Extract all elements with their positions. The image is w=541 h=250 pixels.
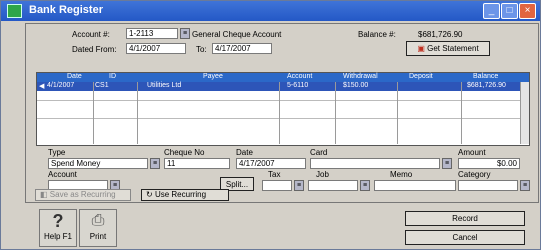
row-account: 5-6110 — [287, 82, 309, 89]
category-field[interactable] — [458, 180, 518, 191]
record-button[interactable]: Record — [405, 211, 525, 226]
app-icon — [7, 4, 22, 18]
row-payee: Utilities Ltd — [147, 82, 182, 89]
register-panel: Account #: 1-2113 ≡ General Cheque Accou… — [25, 23, 539, 203]
account-field[interactable]: 1-2113 — [126, 28, 178, 39]
col-deposit: Deposit — [409, 73, 433, 80]
account-label: Account #: — [72, 30, 110, 39]
grid-divider — [397, 82, 398, 144]
account-field-label: Account — [48, 170, 77, 179]
save-as-recurring-button[interactable]: ◧ Save as Recurring — [35, 189, 131, 201]
transaction-grid: Date ID Payee Account Withdrawal Deposit… — [36, 72, 530, 146]
close-button[interactable]: × — [519, 3, 536, 19]
col-id: ID — [109, 73, 116, 80]
use-recurring-button[interactable]: ↻ Use Recurring — [141, 189, 229, 201]
col-date: Date — [67, 73, 82, 80]
category-list-button[interactable]: ≡ — [520, 180, 530, 191]
minimize-button[interactable]: _ — [483, 3, 500, 19]
row-id: CS1 — [95, 82, 109, 89]
date-field[interactable]: 4/17/2007 — [236, 158, 306, 169]
grid-divider — [137, 82, 138, 144]
save-recurring-label: Save as Recurring — [49, 190, 116, 199]
cheque-no-label: Cheque No — [164, 148, 205, 157]
row-pointer-icon: ◀ — [39, 83, 45, 90]
tax-label: Tax — [268, 170, 281, 179]
account-list-button[interactable]: ≡ — [180, 28, 190, 39]
col-withdrawal: Withdrawal — [343, 73, 378, 80]
card-list-button[interactable]: ≡ — [442, 158, 452, 169]
bottom-toolbar: ? Help F1 ⎙ Print Record Cancel — [1, 203, 540, 249]
statement-icon: ▣ — [417, 44, 428, 53]
col-payee: Payee — [203, 73, 223, 80]
save-recurring-icon: ◧ — [40, 190, 50, 199]
job-list-button[interactable]: ≡ — [360, 180, 370, 191]
type-label: Type — [48, 148, 66, 157]
window-title: Bank Register — [29, 4, 103, 16]
row-withdrawal: $150.00 — [343, 82, 369, 89]
type-field[interactable]: Spend Money — [48, 158, 148, 169]
tax-list-button[interactable]: ≡ — [294, 180, 304, 191]
grid-header: Date ID Payee Account Withdrawal Deposit… — [37, 73, 529, 82]
grid-divider — [93, 82, 94, 144]
date-label: Date — [236, 148, 253, 157]
help-icon: ? — [52, 211, 64, 231]
memo-field[interactable] — [374, 180, 456, 191]
type-list-button[interactable]: ≡ — [150, 158, 160, 169]
to-label: To: — [196, 45, 207, 54]
help-label: Help F1 — [43, 232, 72, 241]
job-label: Job — [316, 170, 329, 179]
use-recurring-label: Use Recurring — [154, 190, 207, 199]
amount-label: Amount — [458, 148, 486, 157]
account-name: General Cheque Account — [192, 30, 282, 39]
cancel-button[interactable]: Cancel — [405, 230, 525, 245]
card-field[interactable] — [310, 158, 440, 169]
col-balance: Balance — [473, 73, 499, 80]
grid-divider — [279, 82, 280, 144]
balance-label: Balance #: — [358, 30, 396, 39]
memo-label: Memo — [390, 170, 413, 179]
grid-divider — [461, 82, 462, 144]
dated-from-label: Dated From: — [72, 45, 117, 54]
get-statement-button[interactable]: ▣ Get Statement — [406, 41, 490, 56]
col-account: Account — [287, 73, 313, 80]
get-statement-label: Get Statement — [427, 44, 479, 53]
help-button[interactable]: ? Help F1 — [39, 209, 77, 247]
dated-to-field[interactable]: 4/17/2007 — [212, 43, 272, 54]
amount-field[interactable]: $0.00 — [458, 158, 520, 169]
printer-icon: ⎙ — [91, 212, 105, 229]
print-label: Print — [89, 232, 107, 241]
title-bar: Bank Register _ □ × — [1, 1, 540, 21]
print-button[interactable]: ⎙ Print — [79, 209, 117, 247]
use-recurring-icon: ↻ — [146, 190, 155, 199]
job-field[interactable] — [308, 180, 358, 191]
grid-divider — [335, 82, 336, 144]
tax-field[interactable] — [262, 180, 292, 191]
maximize-button[interactable]: □ — [501, 3, 518, 19]
card-label: Card — [310, 148, 328, 157]
category-label: Category — [458, 170, 491, 179]
cheque-no-field[interactable]: 11 — [164, 158, 230, 169]
row-date: 4/1/2007 — [47, 82, 75, 89]
dated-from-field[interactable]: 4/1/2007 — [126, 43, 186, 54]
grid-scrollbar[interactable] — [520, 82, 529, 144]
bank-register-window: Bank Register _ □ × Account #: 1-2113 ≡ … — [0, 0, 541, 250]
balance-value: $681,726.90 — [418, 30, 463, 39]
row-balance: $681,726.90 — [467, 82, 506, 89]
